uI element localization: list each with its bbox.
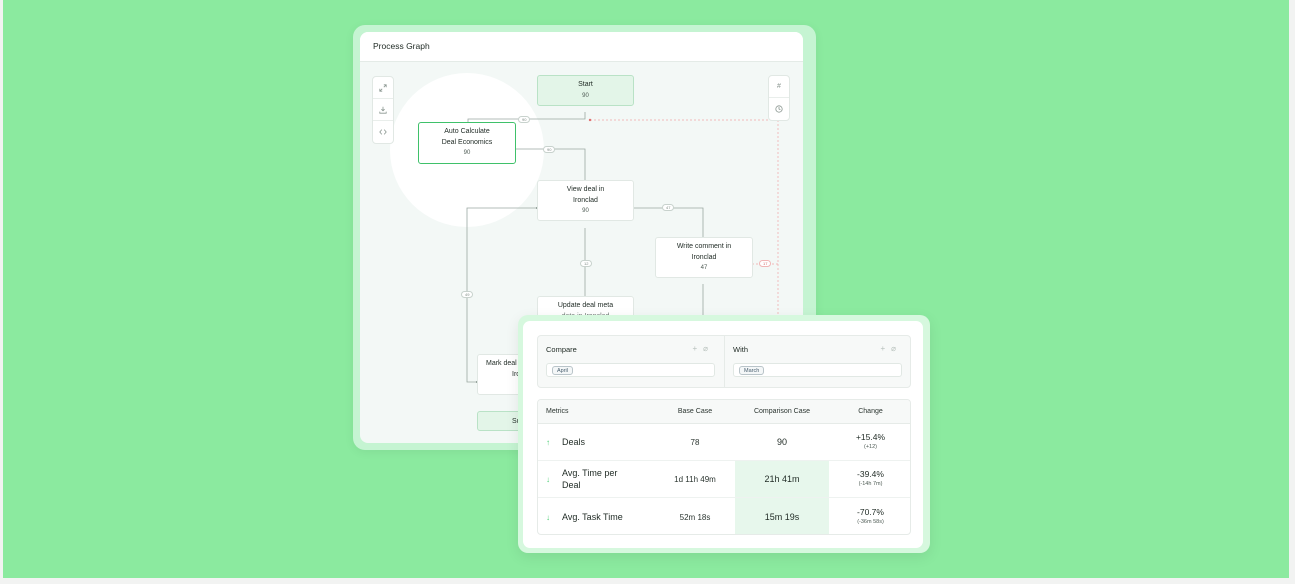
- column-header: Metrics: [546, 408, 569, 415]
- filter-tag[interactable]: March: [739, 366, 765, 375]
- node-count: 90: [582, 92, 589, 99]
- compare-tag-input[interactable]: April: [546, 363, 715, 377]
- arrow-down-icon: ↓: [546, 512, 550, 522]
- edge-count-badge: 47: [662, 204, 675, 211]
- node-count: 90: [582, 208, 589, 214]
- node-count: 47: [700, 265, 708, 271]
- node-auto-calculate[interactable]: Auto Calculate Deal Economics 90: [418, 122, 516, 164]
- with-filter: With +⌀ March: [725, 336, 912, 387]
- compare-label: Compare: [546, 345, 577, 354]
- column-header: Change: [858, 408, 883, 415]
- edge-count-badge: 49: [461, 291, 474, 298]
- metric-name-line: Avg. Time per: [562, 468, 618, 478]
- change-cell: +15.4% (+12): [829, 424, 910, 460]
- base-value: 52m 18s: [679, 512, 711, 522]
- base-value: 78: [690, 437, 700, 447]
- metric-cell: ↓ Avg. Task Time: [538, 498, 655, 534]
- graph-toolbar-right: #: [768, 75, 790, 121]
- change-percent: -39.4%: [857, 469, 884, 479]
- comparison-panel: Compare +⌀ April With +⌀ March Metrics B…: [518, 315, 930, 553]
- table-header: Metrics Base Case Comparison Case Change: [538, 400, 910, 424]
- arrow-down-icon: ↓: [546, 474, 550, 484]
- edit-icon[interactable]: ⌀: [891, 344, 902, 353]
- column-header: Comparison Case: [753, 408, 811, 415]
- node-write-comment[interactable]: Write comment in Ironclad 47: [655, 237, 753, 278]
- metric-name: Avg. Time per Deal: [562, 467, 617, 491]
- change-absolute: (+12): [864, 444, 877, 450]
- change-absolute: (-14h 7m): [858, 481, 883, 487]
- add-icon[interactable]: +: [881, 344, 892, 353]
- table-row[interactable]: ↑ Deals 78 90 +15.4% (+12): [538, 424, 910, 461]
- with-label: With: [733, 345, 748, 354]
- change-cell: -70.7% (-36m 58s): [829, 498, 910, 534]
- change-percent: -70.7%: [857, 507, 884, 517]
- edge-count-badge: 90: [543, 146, 556, 153]
- with-tag-input[interactable]: March: [733, 363, 902, 377]
- code-icon[interactable]: [373, 121, 393, 143]
- add-icon[interactable]: +: [693, 344, 704, 353]
- with-actions[interactable]: +⌀: [881, 344, 903, 353]
- graph-toolbar-left: [372, 76, 394, 144]
- metric-name: Avg. Task Time: [562, 512, 623, 522]
- column-header: Base Case: [677, 408, 713, 415]
- arrow-up-icon: ↑: [546, 437, 550, 447]
- node-label: Write comment in: [676, 243, 732, 250]
- node-label: View deal in: [566, 186, 605, 193]
- edge-count-badge: 12: [580, 260, 593, 267]
- node-label: Auto Calculate: [444, 128, 490, 135]
- node-label: Ironclad: [573, 196, 598, 204]
- metric-cell: ↑ Deals: [538, 424, 655, 460]
- node-count: 90: [463, 150, 471, 156]
- node-view-deal[interactable]: View deal in Ironclad 90: [537, 180, 634, 221]
- comparison-card: Compare +⌀ April With +⌀ March Metrics B…: [523, 321, 923, 548]
- hash-icon[interactable]: #: [769, 76, 789, 98]
- comparison-value: 15m 19s: [735, 498, 829, 534]
- comparison-value: 90: [776, 437, 787, 447]
- expand-icon[interactable]: [373, 77, 393, 99]
- metric-cell: ↓ Avg. Time per Deal: [538, 461, 655, 497]
- clock-icon[interactable]: [769, 98, 789, 120]
- node-label: Start: [578, 81, 593, 88]
- change-cell: -39.4% (-14h 7m): [829, 461, 910, 497]
- filter-tag[interactable]: April: [552, 366, 574, 375]
- node-label: Update deal meta: [557, 302, 614, 309]
- table-row[interactable]: ↓ Avg. Time per Deal 1d 11h 49m 21h 41m …: [538, 461, 910, 498]
- comparison-value: 21h 41m: [735, 461, 829, 497]
- compare-actions[interactable]: +⌀: [693, 344, 715, 353]
- edge-count-badge: 90: [518, 116, 531, 123]
- edit-icon[interactable]: ⌀: [703, 344, 714, 353]
- compare-filter: Compare +⌀ April: [538, 336, 725, 387]
- change-absolute: (-36m 58s): [857, 519, 884, 525]
- change-percent: +15.4%: [855, 432, 886, 442]
- comparison-filters: Compare +⌀ April With +⌀ March: [537, 335, 911, 388]
- node-start[interactable]: Start 90: [537, 75, 634, 106]
- table-row[interactable]: ↓ Avg. Task Time 52m 18s 15m 19s -70.7% …: [538, 498, 910, 534]
- node-label: Deal Economics: [441, 138, 493, 146]
- metric-name-line: Deal: [562, 480, 581, 490]
- node-label: Ironclad: [691, 253, 717, 261]
- metrics-table: Metrics Base Case Comparison Case Change…: [537, 399, 911, 535]
- base-value: 1d 11h 49m: [674, 474, 716, 484]
- metric-name: Deals: [562, 437, 586, 447]
- download-icon[interactable]: [373, 99, 393, 121]
- edge-count-badge: 17: [759, 260, 772, 267]
